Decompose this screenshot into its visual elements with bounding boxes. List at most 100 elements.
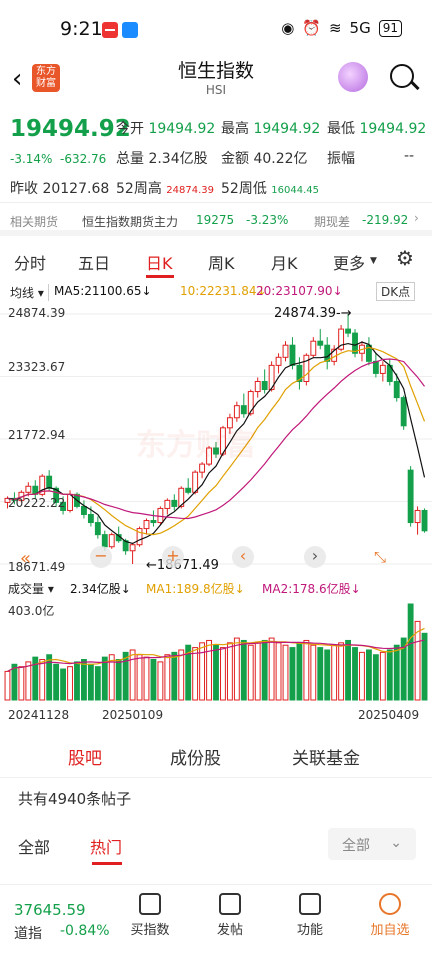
open-label: 今开 <box>116 121 144 137</box>
volume-max-label: 403.0亿 <box>8 604 55 618</box>
volume-bar <box>247 644 254 701</box>
candle-body <box>254 380 261 393</box>
candle-body <box>282 344 289 358</box>
zoom-in-icon[interactable]: + <box>162 546 184 568</box>
volume-bar <box>303 639 310 701</box>
caret-down-icon: ▼ <box>370 256 377 266</box>
feed-tab-all[interactable]: 全部 <box>18 834 50 858</box>
wifi-icon: ≋ <box>328 19 342 37</box>
feed-tab-hot[interactable]: 热门 <box>90 834 122 858</box>
volume-bar <box>115 659 122 701</box>
volume-bar <box>87 663 94 701</box>
scroll-left-icon[interactable]: « <box>20 548 31 569</box>
high-annotation-value: 24874.39 <box>274 306 337 321</box>
chevron-down-icon: ⌄ <box>390 835 402 851</box>
grid-icon <box>299 893 321 915</box>
tab-intraday[interactable]: 分时 <box>14 250 46 274</box>
gear-icon[interactable]: ⚙ <box>396 246 414 270</box>
feed-tab-underline <box>92 862 122 865</box>
date-mid: 20250109 <box>102 708 164 722</box>
battery-icon: 91 <box>378 19 402 37</box>
tab-monthly-k[interactable]: 月K <box>271 250 298 274</box>
candle-body <box>25 485 32 493</box>
volume-chart[interactable]: 403.0亿 <box>0 600 432 704</box>
fullscreen-icon[interactable]: ⤡ <box>374 548 386 566</box>
chart-icon <box>139 893 161 915</box>
vol-ma1: MA1:189.8亿股↓ <box>146 582 245 596</box>
buy-index-button[interactable]: 买指数 <box>120 891 180 938</box>
candle-body <box>421 509 428 532</box>
52w-low-value: 16044.45 <box>271 185 319 196</box>
post-button[interactable]: 发帖 <box>200 891 260 938</box>
tab-related-funds[interactable]: 关联基金 <box>292 744 360 769</box>
feed-filter-select[interactable]: 全部 ⌄ <box>328 828 416 860</box>
volume-bar <box>386 649 393 701</box>
tab-guba[interactable]: 股吧 <box>68 744 102 769</box>
tab-daily-k[interactable]: 日K <box>146 250 173 274</box>
functions-label: 功能 <box>296 923 323 938</box>
volume-value: 2.34亿股 <box>148 151 208 167</box>
volume-bar <box>192 647 199 701</box>
amplitude-label: 振幅 <box>327 151 355 167</box>
basis-value: -219.92 <box>362 213 409 227</box>
candle-body <box>164 499 171 509</box>
add-watchlist-button[interactable]: 加自选 <box>360 891 420 938</box>
volume-selector[interactable]: 成交量 ▾ <box>8 580 54 597</box>
y-label-4: 20222.22 <box>8 496 66 510</box>
candle-body <box>393 380 400 399</box>
volume-bar <box>136 654 143 701</box>
zoom-out-icon[interactable]: − <box>90 546 112 568</box>
candle-body <box>400 397 407 427</box>
tab-constituents[interactable]: 成份股 <box>170 744 221 769</box>
volume-bar <box>261 639 268 701</box>
tab-weekly-k[interactable]: 周K <box>208 250 235 274</box>
notification-app-icon-2 <box>122 22 138 38</box>
candle-body <box>345 328 351 334</box>
candle-body <box>143 520 150 530</box>
volume-value: 2.34亿股↓ <box>70 582 131 596</box>
volume-selector-label: 成交量 <box>8 582 45 596</box>
candle-body <box>157 507 164 524</box>
dk-point-button[interactable]: DK点 <box>376 282 416 301</box>
functions-button[interactable]: 功能 <box>280 891 340 938</box>
watermark: 东方财富 <box>136 428 256 463</box>
candle-body <box>261 380 268 391</box>
step-left-icon[interactable]: ‹ <box>232 546 254 568</box>
52w-low-label: 52周低 <box>221 181 267 197</box>
volume-bar <box>282 644 289 701</box>
volume-bar <box>331 644 338 701</box>
volume-bar <box>67 666 73 701</box>
step-right-icon[interactable]: › <box>304 546 326 568</box>
futures-row[interactable]: 相关期货 恒生指数期货主力 19275 -3.23% 期现差 -219.92 › <box>0 202 432 236</box>
ma-selector[interactable]: 均线 ▾ <box>10 284 49 301</box>
index-ticker-name: 道指 <box>14 926 42 942</box>
candle-body <box>108 534 115 548</box>
volume-bar <box>289 647 296 701</box>
search-icon[interactable] <box>390 64 414 88</box>
candle-body <box>372 360 379 374</box>
active-tab-underline <box>146 275 174 278</box>
chevron-right-icon: › <box>414 211 419 225</box>
candle-body <box>129 544 136 552</box>
index-ticker-pct: -0.84% <box>60 923 110 939</box>
prev-close-value: 20127.68 <box>42 181 110 197</box>
tab-five-day[interactable]: 五日 <box>78 250 110 274</box>
high-annotation: 24874.39-→ <box>274 306 352 321</box>
volume-bar <box>421 632 428 701</box>
post-label: 发帖 <box>216 923 243 938</box>
candle-body <box>199 463 206 473</box>
volume-bar <box>129 649 136 701</box>
volume-bar <box>352 647 358 701</box>
kline-chart[interactable]: 24874.39 23323.67 21772.94 20222.22 1867… <box>0 302 432 574</box>
basis-label: 期现差 <box>314 215 351 229</box>
feed-tabs: 全部 热门 全部 ⌄ <box>0 822 432 872</box>
period-tabs: 分时 五日 日K 周K 月K 更多 ▼ ⚙ <box>0 242 432 278</box>
volume-bar <box>46 654 53 701</box>
tab-more[interactable]: 更多 <box>333 250 365 274</box>
candle-body <box>379 364 386 374</box>
candle-body <box>324 344 331 362</box>
signal-icon: 5G <box>349 19 371 37</box>
index-ticker-value[interactable]: 37645.59 <box>14 901 86 919</box>
assistant-avatar-icon[interactable] <box>338 62 368 92</box>
date-axis: 20241128 20250109 20250409 <box>0 706 432 724</box>
